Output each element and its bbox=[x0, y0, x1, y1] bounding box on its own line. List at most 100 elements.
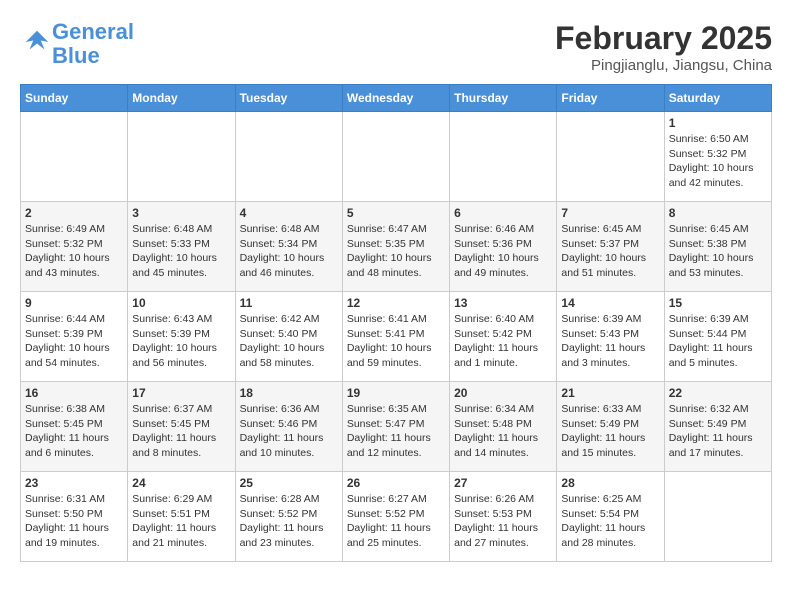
day-info: Sunrise: 6:45 AM Sunset: 5:38 PM Dayligh… bbox=[669, 222, 767, 281]
day-number: 16 bbox=[25, 386, 123, 400]
day-number: 17 bbox=[132, 386, 230, 400]
day-info: Sunrise: 6:28 AM Sunset: 5:52 PM Dayligh… bbox=[240, 492, 338, 551]
calendar-cell: 28 Sunrise: 6:25 AM Sunset: 5:54 PM Dayli… bbox=[557, 472, 664, 562]
weekday-header: Sunday bbox=[21, 85, 128, 112]
day-number: 27 bbox=[454, 476, 552, 490]
calendar-cell: 14Sunrise: 6:39 AM Sunset: 5:43 PM Dayli… bbox=[557, 292, 664, 382]
weekday-header: Wednesday bbox=[342, 85, 449, 112]
day-number: 25 bbox=[240, 476, 338, 490]
calendar-cell: 13 Sunrise: 6:40 AM Sunset: 5:42 PM Dayli… bbox=[450, 292, 557, 382]
day-number: 7 bbox=[561, 206, 659, 220]
day-number: 28 bbox=[561, 476, 659, 490]
calendar-cell: 9 Sunrise: 6:44 AM Sunset: 5:39 PM Daylig… bbox=[21, 292, 128, 382]
calendar-cell bbox=[128, 112, 235, 202]
day-number: 11 bbox=[240, 296, 338, 310]
day-number: 5 bbox=[347, 206, 445, 220]
day-info: Sunrise: 6:49 AM Sunset: 5:32 PM Dayligh… bbox=[25, 222, 123, 281]
day-number: 14 bbox=[561, 296, 659, 310]
day-info: Sunrise: 6:48 AM Sunset: 5:33 PM Dayligh… bbox=[132, 222, 230, 281]
day-number: 19 bbox=[347, 386, 445, 400]
calendar-cell bbox=[21, 112, 128, 202]
calendar-cell: 20 Sunrise: 6:34 AM Sunset: 5:48 PM Dayli… bbox=[450, 382, 557, 472]
day-number: 24 bbox=[132, 476, 230, 490]
calendar-cell: 25 Sunrise: 6:28 AM Sunset: 5:52 PM Dayli… bbox=[235, 472, 342, 562]
calendar-header-row: SundayMondayTuesdayWednesdayThursdayFrid… bbox=[21, 85, 772, 112]
day-number: 6 bbox=[454, 206, 552, 220]
day-info: Sunrise: 6:45 AM Sunset: 5:37 PM Dayligh… bbox=[561, 222, 659, 281]
day-info: Sunrise: 6:35 AM Sunset: 5:47 PM Dayligh… bbox=[347, 402, 445, 461]
calendar-cell: 19 Sunrise: 6:35 AM Sunset: 5:47 PM Dayli… bbox=[342, 382, 449, 472]
calendar-cell bbox=[557, 112, 664, 202]
calendar-cell: 18 Sunrise: 6:36 AM Sunset: 5:46 PM Dayli… bbox=[235, 382, 342, 472]
calendar-cell: 21 Sunrise: 6:33 AM Sunset: 5:49 PM Dayli… bbox=[557, 382, 664, 472]
calendar-cell: 8 Sunrise: 6:45 AM Sunset: 5:38 PM Daylig… bbox=[664, 202, 771, 292]
day-info: Sunrise: 6:32 AM Sunset: 5:49 PM Dayligh… bbox=[669, 402, 767, 461]
calendar-cell: 26Sunrise: 6:27 AM Sunset: 5:52 PM Dayli… bbox=[342, 472, 449, 562]
day-info: Sunrise: 6:25 AM Sunset: 5:54 PM Dayligh… bbox=[561, 492, 659, 551]
day-number: 22 bbox=[669, 386, 767, 400]
day-info: Sunrise: 6:41 AM Sunset: 5:41 PM Dayligh… bbox=[347, 312, 445, 371]
day-number: 3 bbox=[132, 206, 230, 220]
calendar-cell: 10 Sunrise: 6:43 AM Sunset: 5:39 PM Dayli… bbox=[128, 292, 235, 382]
page-header: General Blue February 2025 Pingjianglu, … bbox=[20, 20, 772, 74]
calendar-week-row: 9 Sunrise: 6:44 AM Sunset: 5:39 PM Daylig… bbox=[21, 292, 772, 382]
logo-bird-icon bbox=[22, 27, 52, 57]
calendar-week-row: 1Sunrise: 6:50 AM Sunset: 5:32 PM Daylig… bbox=[21, 112, 772, 202]
day-info: Sunrise: 6:38 AM Sunset: 5:45 PM Dayligh… bbox=[25, 402, 123, 461]
day-info: Sunrise: 6:47 AM Sunset: 5:35 PM Dayligh… bbox=[347, 222, 445, 281]
day-info: Sunrise: 6:31 AM Sunset: 5:50 PM Dayligh… bbox=[25, 492, 123, 551]
calendar-cell: 27 Sunrise: 6:26 AM Sunset: 5:53 PM Dayli… bbox=[450, 472, 557, 562]
calendar-cell: 15 Sunrise: 6:39 AM Sunset: 5:44 PM Dayli… bbox=[664, 292, 771, 382]
day-info: Sunrise: 6:50 AM Sunset: 5:32 PM Dayligh… bbox=[669, 132, 767, 191]
calendar-cell: 23 Sunrise: 6:31 AM Sunset: 5:50 PM Dayli… bbox=[21, 472, 128, 562]
day-number: 20 bbox=[454, 386, 552, 400]
day-number: 10 bbox=[132, 296, 230, 310]
day-info: Sunrise: 6:44 AM Sunset: 5:39 PM Dayligh… bbox=[25, 312, 123, 371]
day-number: 2 bbox=[25, 206, 123, 220]
day-number: 9 bbox=[25, 296, 123, 310]
calendar-cell: 6 Sunrise: 6:46 AM Sunset: 5:36 PM Daylig… bbox=[450, 202, 557, 292]
month-title: February 2025 bbox=[555, 20, 772, 57]
day-info: Sunrise: 6:29 AM Sunset: 5:51 PM Dayligh… bbox=[132, 492, 230, 551]
day-number: 15 bbox=[669, 296, 767, 310]
calendar-cell: 16 Sunrise: 6:38 AM Sunset: 5:45 PM Dayli… bbox=[21, 382, 128, 472]
weekday-header: Tuesday bbox=[235, 85, 342, 112]
calendar-week-row: 16 Sunrise: 6:38 AM Sunset: 5:45 PM Dayli… bbox=[21, 382, 772, 472]
weekday-header: Monday bbox=[128, 85, 235, 112]
day-info: Sunrise: 6:42 AM Sunset: 5:40 PM Dayligh… bbox=[240, 312, 338, 371]
calendar-week-row: 23 Sunrise: 6:31 AM Sunset: 5:50 PM Dayli… bbox=[21, 472, 772, 562]
calendar-cell: 12Sunrise: 6:41 AM Sunset: 5:41 PM Dayli… bbox=[342, 292, 449, 382]
day-number: 23 bbox=[25, 476, 123, 490]
calendar-cell bbox=[342, 112, 449, 202]
day-info: Sunrise: 6:34 AM Sunset: 5:48 PM Dayligh… bbox=[454, 402, 552, 461]
day-info: Sunrise: 6:46 AM Sunset: 5:36 PM Dayligh… bbox=[454, 222, 552, 281]
calendar-cell: 1Sunrise: 6:50 AM Sunset: 5:32 PM Daylig… bbox=[664, 112, 771, 202]
calendar-cell: 11 Sunrise: 6:42 AM Sunset: 5:40 PM Dayli… bbox=[235, 292, 342, 382]
calendar-cell: 22 Sunrise: 6:32 AM Sunset: 5:49 PM Dayli… bbox=[664, 382, 771, 472]
day-number: 26 bbox=[347, 476, 445, 490]
day-number: 18 bbox=[240, 386, 338, 400]
day-number: 13 bbox=[454, 296, 552, 310]
calendar-table: SundayMondayTuesdayWednesdayThursdayFrid… bbox=[20, 84, 772, 562]
calendar-week-row: 2 Sunrise: 6:49 AM Sunset: 5:32 PM Daylig… bbox=[21, 202, 772, 292]
calendar-cell: 4Sunrise: 6:48 AM Sunset: 5:34 PM Daylig… bbox=[235, 202, 342, 292]
title-block: February 2025 Pingjianglu, Jiangsu, Chin… bbox=[555, 20, 772, 74]
day-info: Sunrise: 6:36 AM Sunset: 5:46 PM Dayligh… bbox=[240, 402, 338, 461]
weekday-header: Thursday bbox=[450, 85, 557, 112]
calendar-cell: 17Sunrise: 6:37 AM Sunset: 5:45 PM Dayli… bbox=[128, 382, 235, 472]
calendar-cell bbox=[450, 112, 557, 202]
logo-text: General Blue bbox=[52, 20, 134, 68]
day-info: Sunrise: 6:39 AM Sunset: 5:44 PM Dayligh… bbox=[669, 312, 767, 371]
weekday-header: Saturday bbox=[664, 85, 771, 112]
day-info: Sunrise: 6:40 AM Sunset: 5:42 PM Dayligh… bbox=[454, 312, 552, 371]
day-info: Sunrise: 6:43 AM Sunset: 5:39 PM Dayligh… bbox=[132, 312, 230, 371]
day-info: Sunrise: 6:48 AM Sunset: 5:34 PM Dayligh… bbox=[240, 222, 338, 281]
day-number: 21 bbox=[561, 386, 659, 400]
calendar-cell: 24 Sunrise: 6:29 AM Sunset: 5:51 PM Dayli… bbox=[128, 472, 235, 562]
weekday-header: Friday bbox=[557, 85, 664, 112]
logo: General Blue bbox=[20, 20, 134, 68]
day-info: Sunrise: 6:26 AM Sunset: 5:53 PM Dayligh… bbox=[454, 492, 552, 551]
day-number: 8 bbox=[669, 206, 767, 220]
calendar-cell bbox=[664, 472, 771, 562]
day-info: Sunrise: 6:33 AM Sunset: 5:49 PM Dayligh… bbox=[561, 402, 659, 461]
